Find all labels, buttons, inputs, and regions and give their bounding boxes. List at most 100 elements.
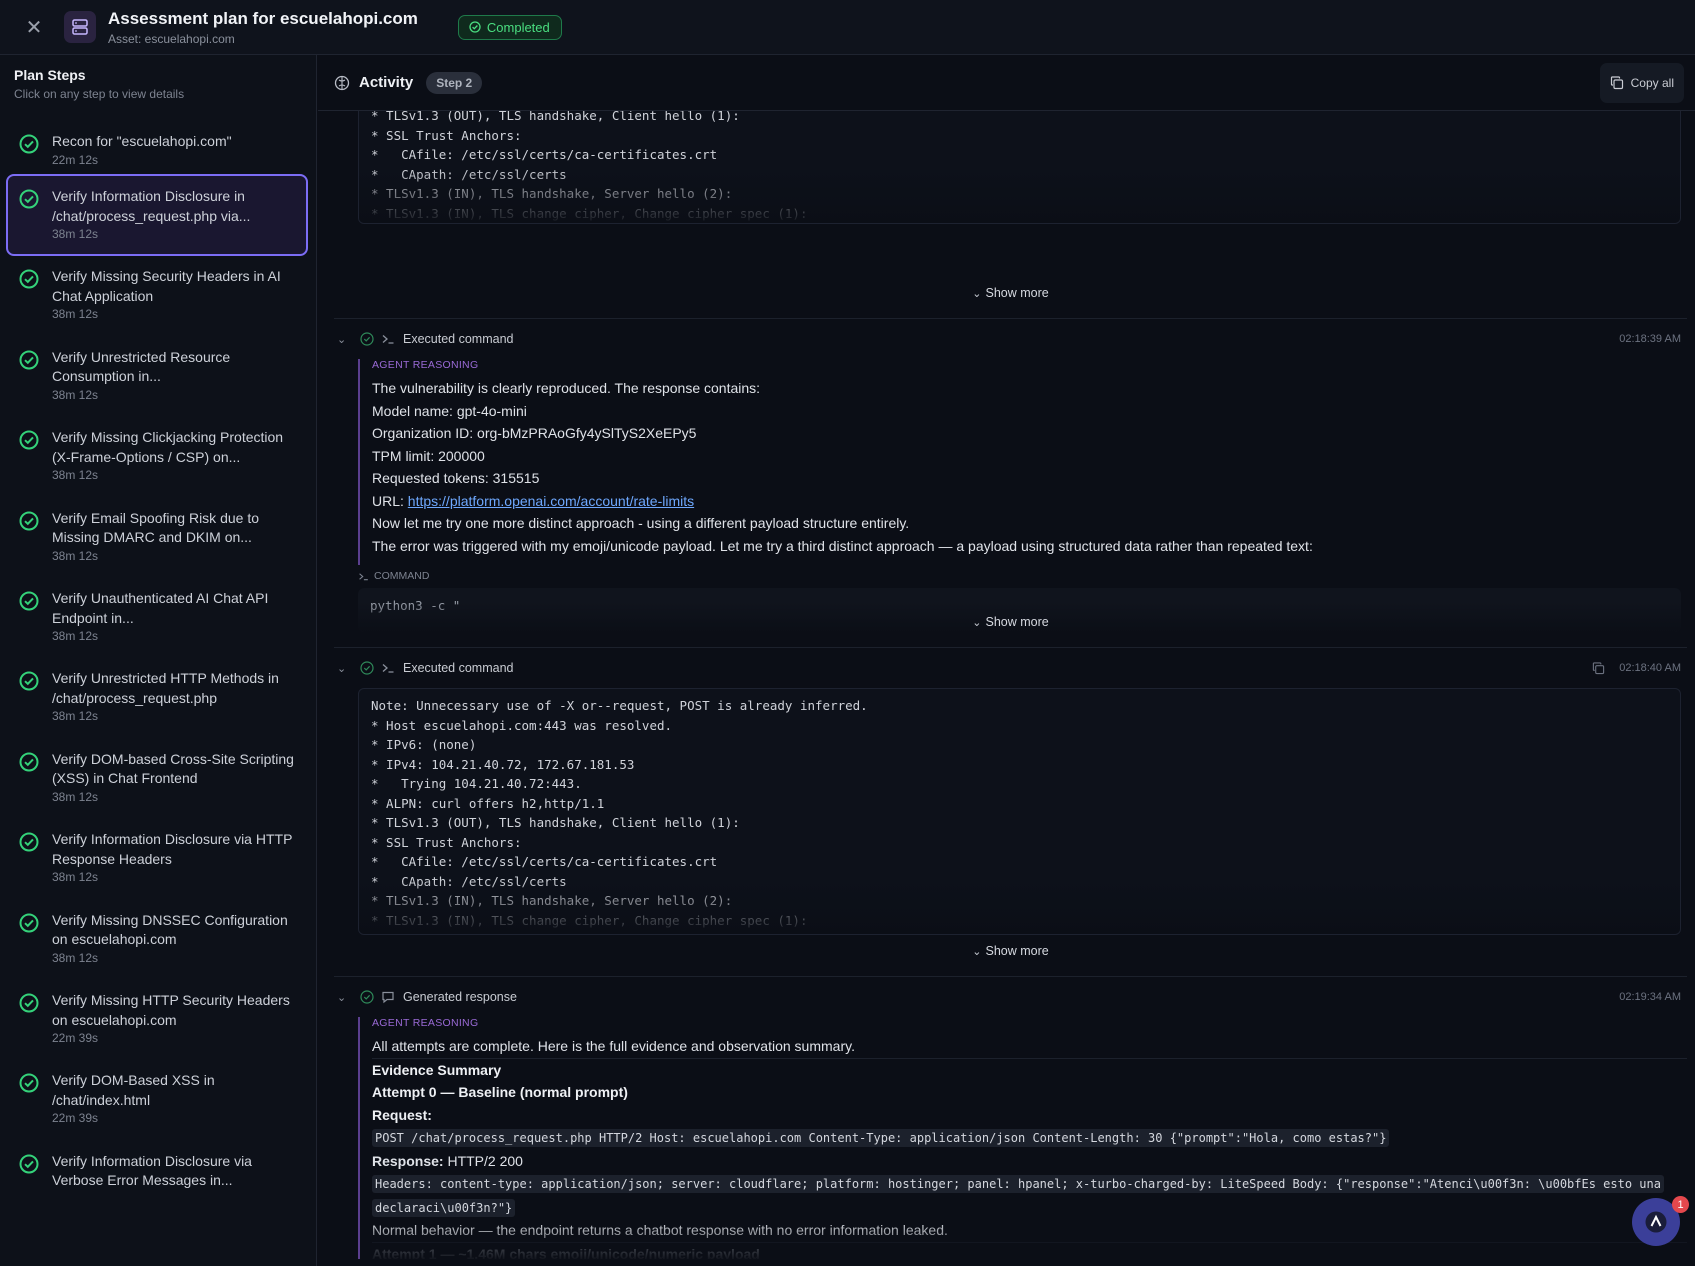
check-circle-icon — [19, 832, 39, 852]
attempt-heading: Attempt 0 — Baseline (normal prompt) — [372, 1084, 628, 1100]
headers-code: Headers: content-type: application/json;… — [372, 1175, 1664, 1193]
plan-step-item[interactable]: Verify DOM-based Cross-Site Scripting (X… — [6, 737, 308, 819]
step-label: Verify Unauthenticated AI Chat API Endpo… — [52, 590, 269, 626]
step-duration: 38m 12s — [52, 548, 99, 563]
reasoning-line: Requested tokens: 315515 — [372, 470, 540, 486]
code-line: * Host escuelahopi.com:443 was resolved. — [371, 717, 673, 733]
check-circle-icon — [19, 511, 39, 531]
activity-header: Activity Step 2 Copy all — [318, 55, 1695, 111]
check-circle-icon — [360, 661, 374, 675]
show-more-button[interactable]: ⌄ Show more — [334, 944, 1687, 958]
request-code: POST /chat/process_request.php HTTP/2 Ho… — [372, 1129, 1390, 1147]
entry-header[interactable]: ⌄ Generated response 02:19:34 AM — [334, 986, 1687, 1008]
reasoning-line: URL: https://platform.openai.com/account… — [372, 492, 695, 509]
entry-type-label: Executed command — [403, 661, 514, 675]
headers-code: declaraci\u00f3n?"} — [372, 1198, 516, 1217]
code-line: * CAfile: /etc/ssl/certs/ca-certificates… — [371, 854, 718, 869]
code-line: Note: Unnecessary use of -X or--request,… — [371, 698, 868, 713]
check-circle-icon — [19, 1154, 39, 1174]
reasoning-tag: AGENT REASONING — [372, 359, 479, 371]
reasoning-line: The vulnerability is clearly reproduced.… — [372, 380, 761, 396]
chevron-down-icon[interactable]: ⌄ — [337, 333, 351, 346]
chevron-down-icon[interactable]: ⌄ — [337, 662, 351, 675]
notification-badge: 1 — [1672, 1196, 1689, 1213]
plan-step-item[interactable]: Verify Unrestricted HTTP Methods in /cha… — [6, 656, 308, 738]
step-label: Recon for "escuelahopi.com" — [52, 133, 232, 149]
plan-step-item[interactable]: Verify DOM-Based XSS in /chat/index.html… — [6, 1058, 308, 1140]
attempt-heading: Attempt 1 — ~1.46M chars emoji/unicode/n… — [372, 1245, 760, 1260]
plan-step-item[interactable]: Verify Unrestricted Resource Consumption… — [6, 335, 308, 417]
headers-code-line: declaraci\u00f3n?"} — [372, 1196, 1687, 1220]
reasoning-line: Normal behavior — the endpoint returns a… — [372, 1222, 948, 1238]
agent-reasoning: AGENT REASONING All attempts are complet… — [358, 1017, 1687, 1259]
request-label: Request: — [372, 1106, 432, 1123]
reasoning-tag: AGENT REASONING — [372, 1017, 479, 1029]
step-duration: 38m 12s — [52, 870, 99, 885]
terminal-icon — [382, 664, 394, 673]
plan-step-item[interactable]: Verify Information Disclosure in /chat/p… — [6, 174, 308, 256]
plan-step-item[interactable]: Verify Missing Security Headers in AI Ch… — [6, 254, 308, 336]
step-duration: 38m 12s — [52, 789, 99, 804]
copy-all-button[interactable]: Copy all — [1599, 63, 1684, 103]
code-line: * IPv6: (none) — [371, 737, 477, 752]
code-line: * CApath: /etc/ssl/certs — [371, 166, 567, 182]
brain-icon — [334, 75, 350, 90]
show-more-button[interactable]: ⌄ Show more — [334, 615, 1687, 629]
sidebar-title: Plan Steps — [14, 67, 86, 83]
code-line: * TLSv1.3 (OUT), TLS handshake, Client h… — [371, 815, 740, 830]
show-more-button[interactable]: ⌄ Show more — [334, 286, 1687, 300]
divider — [334, 647, 1687, 648]
step-label: Verify Missing DNSSEC Configuration on e… — [52, 911, 288, 948]
plan-step-item[interactable]: Verify Email Spoofing Risk due to Missin… — [6, 496, 308, 578]
entry-header[interactable]: ⌄ Executed command 02:18:39 AM — [334, 328, 1687, 350]
entry-header[interactable]: ⌄ Executed command 02:18:40 AM — [334, 657, 1687, 679]
step-duration: 38m 12s — [52, 709, 99, 724]
plan-step-item[interactable]: Verify Missing HTTP Security Headers on … — [6, 978, 308, 1060]
check-circle-icon — [469, 21, 481, 33]
check-circle-icon — [19, 752, 39, 772]
copy-icon[interactable] — [1592, 661, 1605, 675]
plan-step-item[interactable]: Verify Information Disclosure via HTTP R… — [6, 817, 308, 899]
agent-reasoning: AGENT REASONING The vulnerability is cle… — [358, 359, 1687, 565]
plan-step-item[interactable]: Verify Unauthenticated AI Chat API Endpo… — [6, 576, 308, 658]
evidence-title: Evidence Summary — [372, 1061, 502, 1078]
step-label: Verify Information Disclosure via HTTP R… — [52, 831, 293, 867]
reasoning-line: Now let me try one more distinct approac… — [372, 515, 910, 531]
check-circle-icon — [19, 350, 39, 370]
page-title: Assessment plan for escuelahopi.com — [108, 8, 418, 28]
plan-steps-sidebar: Plan Steps Click on any step to view det… — [0, 55, 317, 1266]
activity-feed[interactable]: * TLSv1.3 (OUT), TLS handshake, Client h… — [334, 111, 1687, 1266]
step-label: Verify Information Disclosure in /chat/p… — [52, 188, 251, 224]
status-badge: Completed — [457, 14, 562, 40]
code-line: * TLSv1.3 (IN), TLS change cipher, Chang… — [371, 912, 808, 928]
asset-subtitle: Asset: escuelahopi.com — [108, 31, 235, 46]
rate-limits-link[interactable]: https://platform.openai.com/account/rate… — [408, 493, 694, 509]
check-circle-icon — [19, 269, 39, 289]
check-circle-icon — [19, 134, 39, 154]
step-label: Verify Missing Clickjacking Protection (… — [52, 429, 284, 465]
step-duration: 38m 12s — [52, 468, 99, 483]
close-icon[interactable]: ✕ — [21, 14, 47, 40]
chevron-down-icon[interactable]: ⌄ — [337, 991, 351, 1004]
terminal-icon — [382, 335, 394, 344]
step-duration: 38m 12s — [52, 629, 99, 643]
app-window: ✕ Assessment plan for escuelahopi.com As… — [0, 0, 1695, 1266]
step-duration: 22m 39s — [52, 1031, 99, 1045]
step-label: Verify Missing Security Headers in AI Ch… — [52, 268, 281, 304]
assistant-logo-icon — [1645, 1211, 1667, 1233]
sidebar-subtitle: Click on any step to view details — [14, 87, 185, 101]
step-label: Verify Email Spoofing Risk due to Missin… — [52, 509, 259, 546]
step-label: Verify DOM-Based XSS in /chat/index.html — [52, 1072, 215, 1108]
status-label: Completed — [486, 19, 550, 35]
headers-code-line: Headers: content-type: application/json;… — [372, 1172, 1687, 1196]
plan-step-item[interactable]: Verify Information Disclosure via Verbos… — [6, 1139, 308, 1221]
check-circle-icon — [19, 591, 39, 611]
step-duration: 22m 39s — [52, 1111, 99, 1126]
plan-step-item[interactable]: Recon for "escuelahopi.com" 22m 12s — [6, 119, 308, 179]
code-line: * ALPN: curl offers h2,http/1.1 — [371, 795, 605, 811]
check-circle-icon — [19, 189, 39, 209]
check-circle-icon — [19, 1073, 39, 1093]
response-line: Response: HTTP/2 200 — [372, 1152, 523, 1169]
plan-step-item[interactable]: Verify Missing DNSSEC Configuration on e… — [6, 898, 308, 980]
plan-step-item[interactable]: Verify Missing Clickjacking Protection (… — [6, 415, 308, 497]
